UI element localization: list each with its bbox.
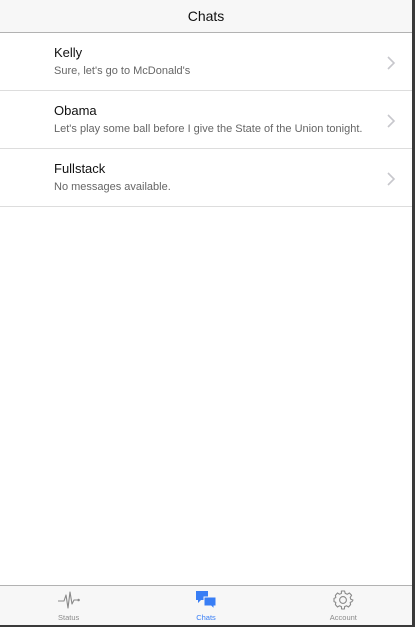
chat-last-message: Sure, let's go to McDonald's	[54, 65, 191, 77]
chat-last-message: Let's play some ball before I give the S…	[54, 123, 363, 135]
pulse-icon	[57, 591, 80, 609]
chat-name: Fullstack	[54, 161, 106, 176]
page-title: Chats	[187, 8, 225, 24]
chat-item-kelly[interactable]: Kelly Sure, let's go to McDonald's	[0, 33, 412, 91]
chat-name: Obama	[54, 103, 97, 118]
chat-list: Kelly Sure, let's go to McDonald's Obama…	[0, 33, 412, 207]
app-frame: Chats Kelly Sure, let's go to McDonald's…	[0, 0, 415, 627]
tab-status[interactable]: Status	[0, 586, 137, 625]
chat-item-obama[interactable]: Obama Let's play some ball before I give…	[0, 91, 412, 149]
chatbubbles-icon	[195, 591, 217, 611]
tab-label: Chats	[196, 613, 216, 622]
chat-item-fullstack[interactable]: Fullstack No messages available.	[0, 149, 412, 207]
chevron-right-icon	[387, 56, 396, 70]
tab-label: Account	[329, 613, 357, 622]
chevron-right-icon	[387, 172, 396, 186]
chevron-right-icon	[387, 114, 396, 128]
tab-bar: Status Chats Account	[0, 585, 412, 625]
tab-label: Status	[58, 613, 80, 622]
tab-chats[interactable]: Chats	[137, 586, 274, 625]
nav-bar: Chats	[0, 0, 412, 33]
chat-last-message: No messages available.	[54, 181, 171, 193]
chat-name: Kelly	[54, 45, 83, 60]
gear-icon	[333, 590, 354, 610]
tab-account[interactable]: Account	[275, 586, 412, 625]
